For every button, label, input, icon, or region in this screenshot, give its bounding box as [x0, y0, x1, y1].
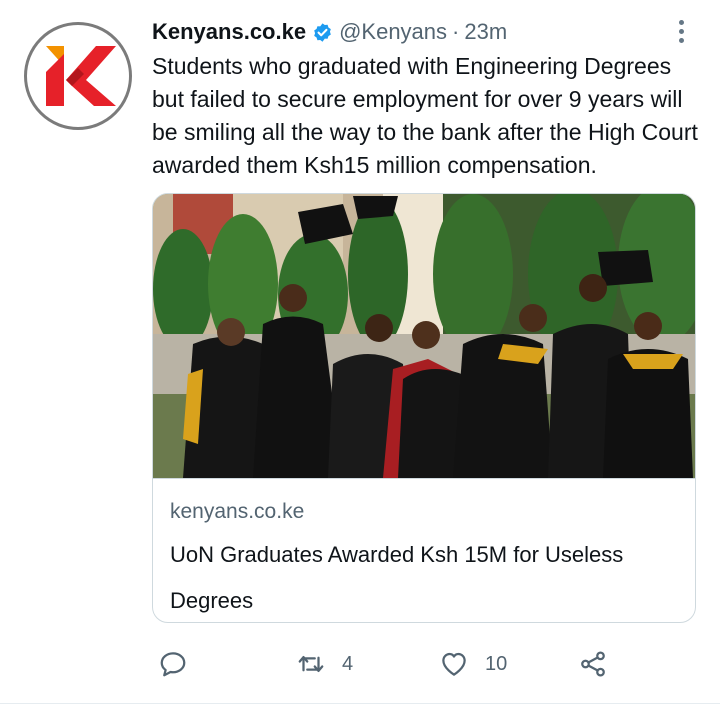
graduates-photo: [153, 194, 695, 478]
card-domain: kenyans.co.ke: [170, 500, 305, 523]
separator-dot: ·: [452, 19, 460, 44]
retweet-icon: [298, 656, 324, 672]
like-count: 10: [485, 652, 508, 675]
heart-icon: [442, 652, 466, 676]
author-name[interactable]: Kenyans.co.ke: [152, 19, 306, 45]
like-button[interactable]: 10: [439, 644, 507, 684]
retweet-button[interactable]: 4: [296, 644, 353, 684]
reply-icon: [160, 652, 186, 677]
share-icon: [581, 651, 605, 677]
timestamp[interactable]: 23m: [464, 19, 507, 45]
link-card[interactable]: kenyans.co.ke UoN Graduates Awarded Ksh …: [152, 193, 696, 623]
verified-badge-icon: [314, 22, 331, 42]
tweet[interactable]: Kenyans.co.ke @Kenyans · 23m Students wh…: [0, 0, 720, 706]
author-avatar[interactable]: [24, 22, 132, 130]
tweet-text: Students who graduated with Engineering …: [152, 53, 698, 178]
tweet-header: Kenyans.co.ke @Kenyans · 23m: [152, 16, 507, 48]
more-options-icon[interactable]: [670, 16, 692, 46]
reply-button[interactable]: [158, 644, 204, 684]
card-title: UoN Graduates Awarded Ksh 15M for Useles…: [170, 542, 624, 613]
tweet-actions: 4 10: [152, 644, 692, 684]
card-divider: [153, 478, 695, 479]
author-handle[interactable]: @Kenyans: [339, 19, 447, 45]
retweet-count: 4: [342, 652, 354, 675]
share-button[interactable]: [578, 644, 624, 684]
kenyans-logo-icon: [46, 46, 116, 106]
tweet-divider: [0, 703, 720, 704]
